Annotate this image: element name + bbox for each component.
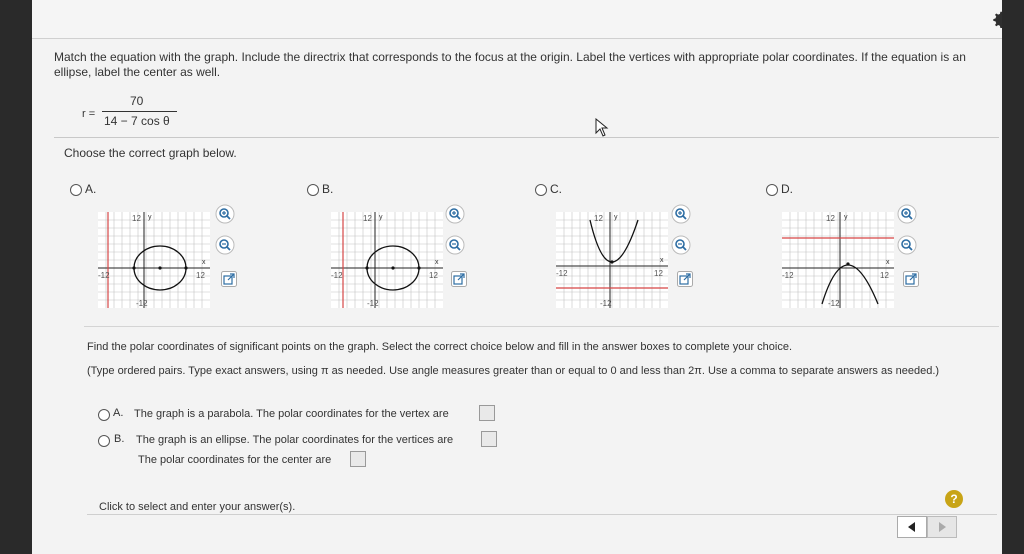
vertex-answer-box[interactable] (479, 405, 495, 421)
option-d-label[interactable]: D. (781, 182, 793, 196)
choose-prompt: Choose the correct graph below. (64, 146, 237, 160)
equation-numerator: 70 (130, 94, 144, 108)
question-text: Match the equation with the graph. Inclu… (54, 50, 966, 79)
answer-b-text: The graph is an ellipse. The polar coord… (136, 434, 454, 446)
option-d-radio[interactable] (766, 184, 778, 196)
axis-label-x: x (202, 259, 206, 266)
option-a-radio[interactable] (70, 184, 82, 196)
tick-label: -12 (600, 299, 612, 308)
axis-label-y: y (148, 214, 152, 221)
tick-label: 12 (363, 214, 372, 223)
graph-d: 12 -12 12 -12 y x (782, 212, 894, 308)
graph-a: 12 -12 12 -12 y x (98, 212, 210, 308)
help-button[interactable]: ? (945, 490, 963, 508)
option-c-radio[interactable] (535, 184, 547, 196)
center-answer-box[interactable] (350, 451, 366, 467)
tick-label: -12 (367, 299, 379, 308)
axis-label-y: y (379, 214, 383, 221)
tick-label: -12 (331, 271, 343, 280)
answer-b-letter[interactable]: B. (114, 433, 124, 445)
tick-label: 12 (654, 269, 663, 278)
tick-label: -12 (828, 299, 840, 308)
option-b-radio[interactable] (307, 184, 319, 196)
zoom-out-icon[interactable] (671, 235, 691, 255)
axis-label-x: x (660, 257, 664, 264)
status-text: Click to select and enter your answer(s)… (99, 501, 296, 513)
option-b-label[interactable]: B. (322, 182, 333, 196)
divider (54, 137, 999, 138)
tick-label: 12 (826, 214, 835, 223)
question-page: Match the equation with the graph. Inclu… (32, 0, 1002, 554)
axis-label-x: x (886, 259, 890, 266)
zoom-in-icon[interactable] (671, 204, 691, 224)
tick-label: 12 (196, 271, 205, 280)
previous-button[interactable] (897, 516, 927, 538)
axis-label-x: x (435, 259, 439, 266)
zoom-in-icon[interactable] (897, 204, 917, 224)
arrow-left-icon (908, 522, 915, 532)
center-text: The polar coordinates for the center are (138, 454, 332, 466)
axis-label-y: y (844, 214, 848, 221)
zoom-out-icon[interactable] (897, 235, 917, 255)
instructions-note: (Type ordered pairs. Type exact answers,… (87, 365, 940, 377)
answer-a-letter[interactable]: A. (113, 407, 123, 419)
external-link-icon[interactable] (677, 271, 693, 287)
zoom-in-icon[interactable] (215, 204, 235, 224)
mouse-cursor-icon (595, 118, 609, 137)
axis-label-y: y (614, 214, 618, 221)
divider (87, 514, 997, 515)
arrow-right-icon (939, 522, 946, 532)
answer-b-radio[interactable] (98, 435, 110, 447)
option-a-label[interactable]: A. (85, 182, 96, 196)
equation-lhs: r = (82, 108, 96, 120)
external-link-icon[interactable] (903, 271, 919, 287)
external-link-icon[interactable] (221, 271, 237, 287)
equation-denominator: 14 − 7 cos θ (104, 114, 170, 128)
divider (84, 326, 999, 327)
tick-label: -12 (136, 299, 148, 308)
vertices-answer-box[interactable] (481, 431, 497, 447)
answer-a-text: The graph is a parabola. The polar coord… (134, 408, 449, 420)
graph-b: 12 -12 12 -12 y x (331, 212, 443, 308)
tick-label: 12 (429, 271, 438, 280)
tick-label: -12 (782, 271, 794, 280)
tick-label: 12 (880, 271, 889, 280)
external-link-icon[interactable] (451, 271, 467, 287)
top-toolbar (32, 0, 1002, 39)
next-button[interactable] (927, 516, 957, 538)
tick-label: 12 (132, 214, 141, 223)
graph-c: 12 -12 12 -12 y x (556, 212, 668, 308)
zoom-in-icon[interactable] (445, 204, 465, 224)
zoom-out-icon[interactable] (215, 235, 235, 255)
tick-label: -12 (556, 269, 568, 278)
gear-icon[interactable] (990, 9, 1002, 31)
fraction-bar (102, 111, 177, 112)
tick-label: -12 (98, 271, 110, 280)
tick-label: 12 (594, 214, 603, 223)
answer-a-radio[interactable] (98, 409, 110, 421)
option-c-label[interactable]: C. (550, 182, 562, 196)
find-prompt: Find the polar coordinates of significan… (87, 341, 793, 353)
zoom-out-icon[interactable] (445, 235, 465, 255)
